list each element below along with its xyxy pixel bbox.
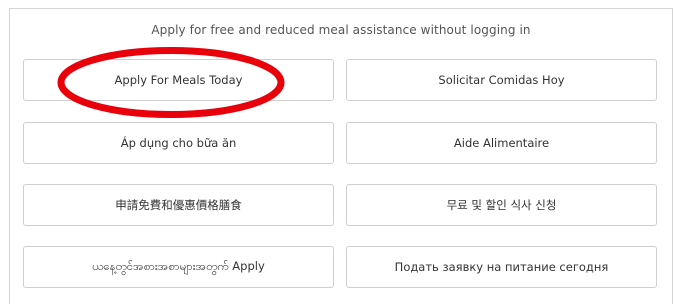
aide-alimentaire-button[interactable]: Aide Alimentaire [346,122,657,164]
burmese-apply-button[interactable]: ယနေ့တွင်အစားအစာများအတွက် Apply [23,246,334,288]
vietnamese-apply-button[interactable]: Áp dụng cho bữa ăn [23,122,334,164]
meal-application-panel: Apply for free and reduced meal assistan… [9,8,673,304]
solicitar-comidas-button[interactable]: Solicitar Comidas Hoy [346,59,657,101]
korean-apply-button[interactable]: 무료 및 할인 식사 신청 [346,184,657,226]
panel-heading: Apply for free and reduced meal assistan… [151,23,531,37]
chinese-apply-button[interactable]: 申請免費和優惠價格膳食 [23,184,334,226]
russian-apply-button[interactable]: Подать заявку на питание сегодня [346,246,657,288]
apply-for-meals-button[interactable]: Apply For Meals Today [23,59,334,101]
